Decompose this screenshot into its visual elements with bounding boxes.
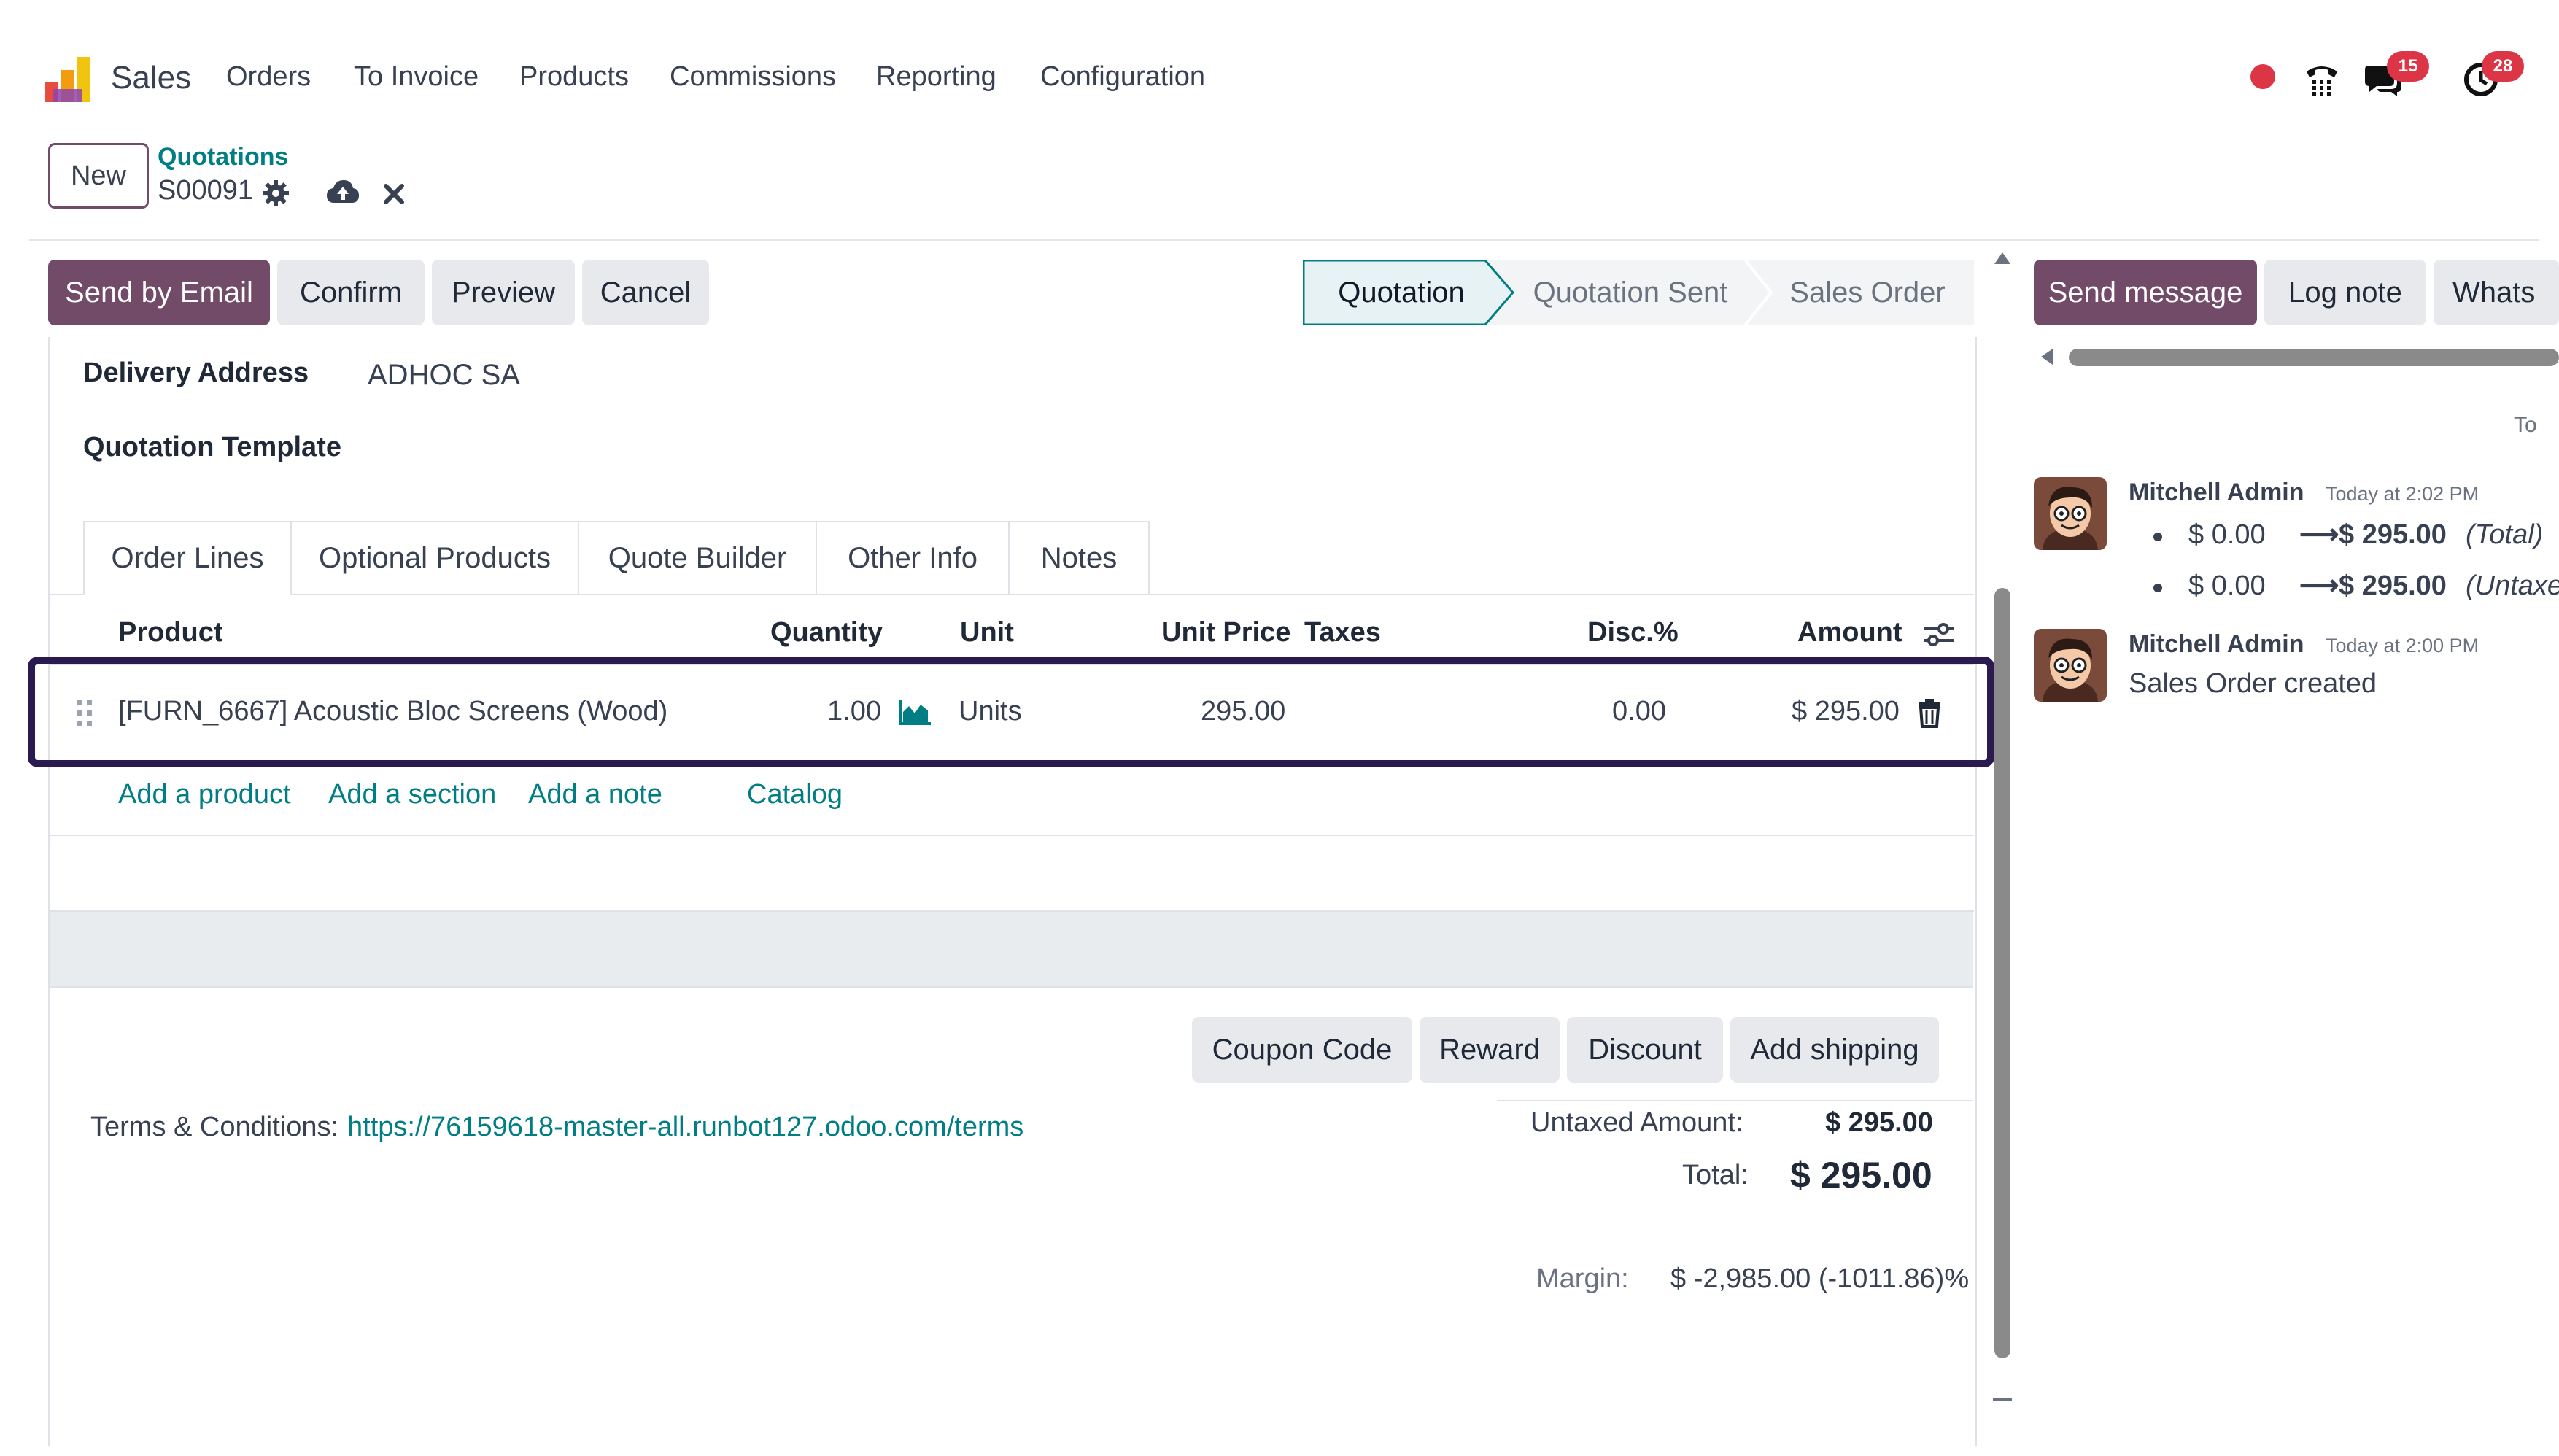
control-divider bbox=[29, 239, 2539, 241]
table-footer-band bbox=[50, 912, 1973, 988]
tab-optional-products[interactable]: Optional Products bbox=[292, 521, 579, 595]
tab-order-lines[interactable]: Order Lines bbox=[83, 521, 292, 595]
tracking-field: (Untaxed bbox=[2466, 570, 2559, 602]
record-indicator-icon[interactable] bbox=[2250, 64, 2275, 89]
column-header-product[interactable]: Product bbox=[118, 617, 223, 648]
navbar: Sales Orders To Invoice Products Commiss… bbox=[0, 0, 2559, 146]
catalog-link[interactable]: Catalog bbox=[747, 779, 843, 810]
scroll-up-arrow-icon[interactable] bbox=[1993, 251, 2012, 266]
chatter-scroll-left-icon[interactable] bbox=[2040, 347, 2054, 366]
total-value: $ 295.00 bbox=[1790, 1155, 1932, 1196]
highlight-frame bbox=[28, 657, 1994, 767]
totals-divider bbox=[1497, 1100, 1973, 1101]
avatar[interactable] bbox=[2034, 477, 2107, 550]
arrow-right-icon: ⟶ bbox=[2299, 519, 2339, 550]
discard-close-icon[interactable] bbox=[382, 182, 406, 206]
sales-app-icon[interactable] bbox=[45, 57, 93, 102]
menu-products[interactable]: Products bbox=[519, 61, 629, 93]
discount-button[interactable]: Discount bbox=[1567, 1017, 1723, 1083]
tracking-old-value: $ 0.00 bbox=[2188, 570, 2266, 601]
tracking-field-text: (Untaxed bbox=[2466, 570, 2559, 601]
add-note-link[interactable]: Add a note bbox=[528, 779, 662, 810]
untaxed-amount-value: $ 295.00 bbox=[1825, 1107, 1933, 1138]
menu-commissions[interactable]: Commissions bbox=[670, 61, 836, 93]
menu-to-invoice[interactable]: To Invoice bbox=[354, 61, 479, 93]
margin-value: $ -2,985.00 (-1011.86)% bbox=[1670, 1263, 1970, 1294]
quotation-template-field[interactable] bbox=[368, 430, 1900, 468]
tracking-field: (Total) bbox=[2466, 519, 2544, 550]
breadcrumb-quotations[interactable]: Quotations bbox=[158, 143, 288, 171]
messages-badge: 15 bbox=[2387, 51, 2429, 82]
phone-icon[interactable] bbox=[2304, 61, 2340, 96]
status-step-quotation[interactable]: Quotation bbox=[1303, 260, 1500, 325]
tracking-bullet bbox=[2153, 584, 2162, 592]
add-product-link[interactable]: Add a product bbox=[118, 779, 291, 810]
add-shipping-button[interactable]: Add shipping bbox=[1730, 1017, 1939, 1083]
coupon-code-button[interactable]: Coupon Code bbox=[1192, 1017, 1412, 1083]
message-author[interactable]: Mitchell Admin bbox=[2129, 630, 2304, 659]
terms-label: Terms & Conditions: bbox=[90, 1112, 339, 1142]
chatter-horizontal-scrollbar[interactable] bbox=[2069, 349, 2559, 366]
menu-reporting[interactable]: Reporting bbox=[876, 61, 996, 93]
delivery-address-value[interactable]: ADHOC SA bbox=[368, 359, 520, 392]
column-header-unit[interactable]: Unit bbox=[960, 617, 1014, 648]
whatsapp-button[interactable]: Whats bbox=[2434, 260, 2559, 325]
column-header-discount[interactable]: Disc.% bbox=[1587, 617, 1679, 648]
chatter-date-separator: To bbox=[2514, 413, 2537, 437]
gear-icon[interactable] bbox=[261, 179, 290, 208]
status-step-sales-order[interactable]: Sales Order bbox=[1773, 260, 1962, 325]
arrow-right-icon: ⟶ bbox=[2299, 570, 2339, 601]
tab-notes[interactable]: Notes bbox=[1010, 521, 1150, 595]
tracking-bullet bbox=[2153, 533, 2162, 541]
message-time: Today at 2:02 PM bbox=[2326, 483, 2479, 505]
whatsapp-button-label: Whats bbox=[2452, 276, 2536, 309]
terms-link[interactable]: https://76159618-master-all.runbot127.od… bbox=[347, 1112, 1023, 1143]
message-author[interactable]: Mitchell Admin bbox=[2129, 479, 2304, 507]
optional-columns-icon[interactable] bbox=[1923, 620, 1955, 649]
activities-badge: 28 bbox=[2482, 51, 2524, 82]
untaxed-amount-label: Untaxed Amount: bbox=[1530, 1107, 1743, 1138]
preview-button[interactable]: Preview bbox=[432, 260, 575, 325]
log-note-button[interactable]: Log note bbox=[2264, 260, 2426, 325]
avatar[interactable] bbox=[2034, 629, 2107, 702]
column-header-quantity[interactable]: Quantity bbox=[770, 617, 883, 648]
total-label: Total: bbox=[1682, 1160, 1749, 1190]
message-time: Today at 2:00 PM bbox=[2326, 635, 2479, 657]
send-message-button[interactable]: Send message bbox=[2034, 260, 2257, 325]
cancel-button[interactable]: Cancel bbox=[582, 260, 709, 325]
new-button[interactable]: New bbox=[48, 143, 149, 209]
status-separator-icon bbox=[1743, 260, 1773, 325]
table-bottom-divider bbox=[48, 835, 1974, 836]
app-name[interactable]: Sales bbox=[111, 60, 191, 96]
main-scrollbar-thumb[interactable] bbox=[1994, 588, 2010, 1358]
column-header-amount[interactable]: Amount bbox=[1797, 617, 1902, 648]
menu-orders[interactable]: Orders bbox=[226, 61, 311, 93]
tracking-new-value: $ 295.00 bbox=[2339, 519, 2447, 550]
delivery-address-label: Delivery Address bbox=[83, 357, 309, 388]
margin-label: Margin: bbox=[1536, 1263, 1629, 1294]
column-header-unit-price[interactable]: Unit Price bbox=[1161, 617, 1290, 648]
message-body: Sales Order created bbox=[2129, 668, 2377, 699]
add-section-link[interactable]: Add a section bbox=[328, 779, 496, 810]
main-scroll-down-marker[interactable] bbox=[1993, 1398, 2012, 1401]
reward-button[interactable]: Reward bbox=[1420, 1017, 1560, 1083]
menu-configuration[interactable]: Configuration bbox=[1040, 61, 1205, 93]
tab-quote-builder[interactable]: Quote Builder bbox=[579, 521, 817, 595]
tab-other-info[interactable]: Other Info bbox=[817, 521, 1010, 595]
quotation-template-label: Quotation Template bbox=[83, 432, 341, 462]
status-step-quotation-sent[interactable]: Quotation Sent bbox=[1517, 260, 1743, 325]
tracking-new-value: $ 295.00 bbox=[2339, 570, 2447, 601]
save-cloud-icon[interactable] bbox=[325, 178, 360, 206]
record-name: S00091 bbox=[158, 175, 254, 206]
tracking-old-value: $ 0.00 bbox=[2188, 519, 2266, 550]
confirm-button[interactable]: Confirm bbox=[277, 260, 425, 325]
send-by-email-button[interactable]: Send by Email bbox=[48, 260, 270, 325]
column-header-taxes[interactable]: Taxes bbox=[1304, 617, 1381, 648]
